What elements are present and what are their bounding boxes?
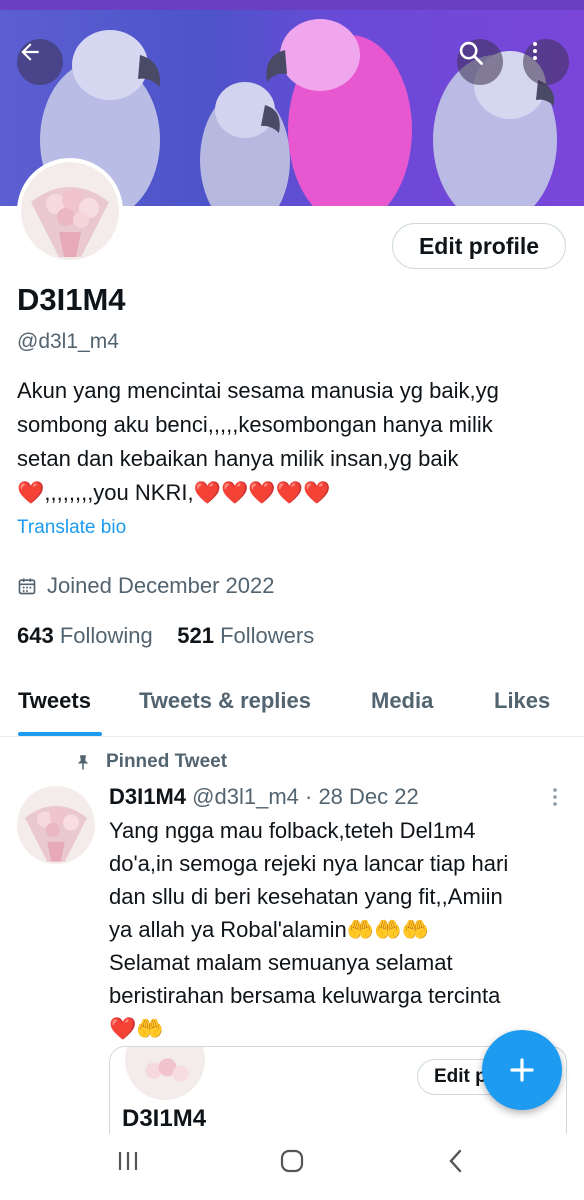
following-count: 643 — [17, 623, 54, 648]
tab-likes[interactable]: Likes — [494, 688, 550, 714]
joined-text: Joined December 2022 — [47, 573, 275, 598]
tab-tweets[interactable]: Tweets — [18, 688, 91, 714]
hearts-emoji-icon: ❤️❤️❤️❤️❤️ — [193, 480, 331, 505]
status-strip — [0, 0, 584, 10]
display-name: D3I1M4 — [17, 282, 126, 317]
home-button[interactable] — [279, 1148, 305, 1179]
compose-tweet-button[interactable] — [482, 1030, 562, 1110]
tweet-line: beristirahan bersama keluwarga tercinta — [109, 983, 501, 1008]
tweet-more-button[interactable] — [548, 786, 562, 813]
avatar[interactable] — [17, 158, 123, 264]
following-label: Following — [59, 623, 153, 648]
tweet-line: ya allah ya Robal'alamin🤲🤲🤲 — [109, 913, 571, 946]
bio-line: sombong aku benci,,,,,kesombongan hanya … — [17, 412, 493, 437]
follow-stats: 643 Following 521 Followers — [17, 623, 314, 649]
bio-line: setan dan kebaikan hanya milik insan,yg … — [17, 446, 459, 471]
back-button[interactable] — [17, 39, 63, 85]
tweet-line: Yang ngga mau folback,teteh Del1m4 — [109, 818, 476, 843]
profile-tabs: Tweets Tweets & replies Media Likes — [0, 684, 584, 737]
tweet-author[interactable]: D3I1M4 — [109, 784, 186, 809]
calendar-icon — [18, 578, 36, 595]
tab-media[interactable]: Media — [371, 688, 433, 714]
tweet-line-text: ya allah ya Robal'alamin — [109, 917, 347, 942]
joined-date: Joined December 2022 — [17, 573, 274, 599]
card-name: D3I1M4 — [122, 1105, 207, 1132]
bio-line: Akun yang mencintai sesama manusia yg ba… — [17, 378, 499, 403]
heart-emoji-icon: ❤️ — [109, 1016, 137, 1041]
recent-apps-icon — [118, 1152, 138, 1170]
pin-icon — [77, 755, 89, 770]
hands-emoji-icon: 🤲 — [136, 1016, 164, 1041]
more-vertical-icon — [553, 788, 557, 806]
tweet-header: D3I1M4 @d3l1_m4 · 28 Dec 22 — [109, 784, 419, 810]
tab-tweets-replies[interactable]: Tweets & replies — [139, 688, 311, 714]
arrow-left-icon — [21, 43, 39, 61]
more-options-button[interactable] — [523, 39, 569, 85]
tweet-line: Selamat malam semuanya selamat — [109, 950, 453, 975]
system-back-button[interactable] — [446, 1148, 466, 1179]
system-navigation-bar — [0, 1134, 584, 1200]
hands-emoji-icon: 🤲🤲🤲 — [346, 917, 429, 942]
card-avatar — [122, 1047, 208, 1103]
following-link[interactable]: 643 Following — [17, 623, 153, 648]
tweet-avatar[interactable] — [17, 786, 95, 864]
bio-line: ❤️,,,,,,,,you NKRI,❤️❤️❤️❤️❤️ — [17, 476, 577, 510]
followers-link[interactable]: 521 Followers — [177, 623, 314, 648]
home-icon — [280, 1149, 304, 1173]
heart-emoji-icon: ❤️ — [17, 480, 45, 505]
translate-bio-link[interactable]: Translate bio — [17, 517, 126, 539]
profile-handle: @d3l1_m4 — [17, 330, 119, 353]
search-button[interactable] — [457, 39, 503, 85]
bio-line-text: ,,,,,,,,you NKRI, — [44, 480, 194, 505]
tweet-line: do'a,in semoga rejeki nya lancar tiap ha… — [109, 851, 509, 876]
plus-icon — [510, 1058, 534, 1082]
active-tab-indicator — [18, 732, 102, 736]
tweet-line: dan sllu di beri kesehatan yang fit,,Ami… — [109, 884, 503, 909]
recent-apps-button[interactable] — [116, 1148, 140, 1179]
tweet-meta: @d3l1_m4 · 28 Dec 22 — [192, 784, 419, 809]
tweet-text: Yang ngga mau folback,teteh Del1m4 do'a,… — [109, 814, 571, 1045]
chevron-left-icon — [449, 1149, 462, 1173]
search-icon — [459, 41, 483, 65]
pinned-indicator: Pinned Tweet — [74, 751, 227, 773]
more-vertical-icon — [533, 42, 537, 60]
pinned-label: Pinned Tweet — [106, 751, 228, 772]
profile-bio: Akun yang mencintai sesama manusia yg ba… — [17, 374, 577, 510]
followers-label: Followers — [220, 623, 315, 648]
followers-count: 521 — [177, 623, 214, 648]
edit-profile-button[interactable]: Edit profile — [392, 223, 566, 269]
